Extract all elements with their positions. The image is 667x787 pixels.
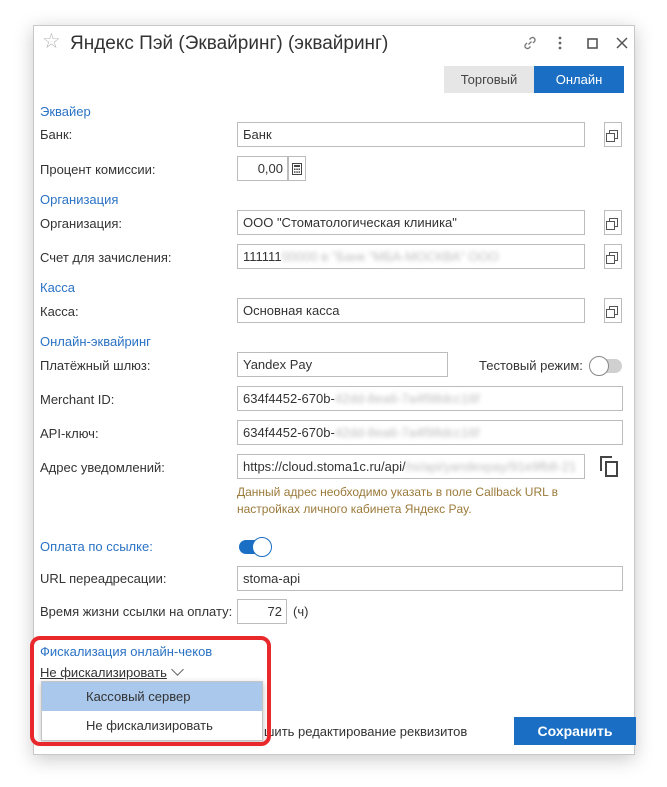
fiscal-selected-value: Не фискализировать	[40, 665, 167, 680]
more-vertical-icon[interactable]	[550, 33, 570, 53]
organization-value: ООО "Стоматологическая клиника"	[243, 215, 457, 230]
gateway-label: Платёжный шлюз:	[40, 358, 151, 373]
redirect-url-label: URL переадресации:	[40, 571, 167, 586]
bank-open-button[interactable]	[604, 122, 622, 147]
api-key-blurred: 42dd-8ea6-7a4f98dcc16f	[334, 425, 480, 440]
merchant-id-label: Merchant ID:	[40, 392, 115, 407]
tab-trade[interactable]: Торговый	[444, 66, 534, 93]
bank-dropdown-button[interactable]: ▼	[584, 122, 585, 147]
api-key-input[interactable]: 634f4452-670b-42dd-8ea6-7a4f98dcc16f	[237, 420, 623, 445]
chevron-down-icon	[170, 663, 184, 676]
open-icon	[605, 218, 618, 230]
cashbox-open-button[interactable]	[604, 298, 622, 323]
toggle-knob	[252, 537, 272, 557]
account-field[interactable]: 11111100000 в "Банк "МБА-МОСКВА" ООО ▼	[237, 244, 585, 269]
section-organization: Организация	[40, 192, 119, 207]
window-title: Яндекс Пэй (Эквайринг) (эквайринг)	[70, 33, 389, 54]
open-icon	[605, 306, 618, 318]
cashbox-dropdown-button[interactable]: ▼	[584, 298, 585, 323]
cashbox-field[interactable]: Основная касса ▼	[237, 298, 585, 323]
callback-label: Адрес уведомлений:	[40, 460, 165, 475]
commission-input[interactable]: 0,00	[237, 156, 288, 181]
link-lifetime-unit: (ч)	[293, 604, 309, 619]
organization-dropdown-button[interactable]: ▼	[584, 210, 585, 235]
merchant-id-input[interactable]: 634f4452-670b-42dd-8ea6-7a4f98dcc16f	[237, 386, 623, 411]
calculator-icon	[292, 162, 302, 175]
link-lifetime-label: Время жизни ссылки на оплату:	[40, 604, 233, 619]
cashbox-value: Основная касса	[243, 303, 340, 318]
organization-field[interactable]: ООО "Стоматологическая клиника" ▼	[237, 210, 585, 235]
gateway-field[interactable]: Yandex Pay ▼	[237, 352, 448, 377]
section-online-acquiring: Онлайн-эквайринг	[40, 334, 151, 349]
fiscal-select[interactable]: Не фискализировать	[40, 663, 184, 680]
account-open-button[interactable]	[604, 244, 622, 269]
bank-value: Банк	[243, 127, 272, 142]
link-lifetime-input[interactable]: 72	[237, 599, 287, 624]
tab-online[interactable]: Онлайн	[534, 66, 624, 93]
pay-by-link-label: Оплата по ссылке:	[40, 539, 153, 554]
merchant-id-blurred: 42dd-8ea6-7a4f98dcc16f	[334, 391, 480, 406]
test-mode-label: Тестовый режим:	[479, 358, 583, 373]
settings-window: ☆ Яндекс Пэй (Эквайринг) (эквайринг) Тор…	[33, 25, 636, 755]
gateway-dropdown-button[interactable]: ▼	[447, 352, 448, 377]
fiscal-option-none[interactable]: Не фискализировать	[42, 711, 262, 740]
maximize-icon[interactable]	[582, 33, 602, 53]
cashbox-label: Касса:	[40, 304, 79, 319]
account-value-blurred: 00000 в "Банк "МБА-МОСКВА" ООО	[281, 249, 499, 264]
organization-open-button[interactable]	[604, 210, 622, 235]
open-icon	[605, 130, 618, 142]
copy-icon[interactable]	[600, 456, 620, 478]
account-dropdown-button[interactable]: ▼	[584, 244, 585, 269]
organization-label: Организация:	[40, 216, 123, 231]
gateway-value: Yandex Pay	[243, 357, 313, 372]
section-fiscal: Фискализация онлайн-чеков	[40, 644, 213, 659]
test-mode-toggle[interactable]	[589, 356, 622, 376]
callback-input[interactable]: https://cloud.stoma1c.ru/api/hs/api/yand…	[237, 454, 585, 479]
calculator-button[interactable]	[288, 156, 306, 181]
tab-bar: Торговый Онлайн	[444, 66, 624, 93]
account-value: 111111	[243, 249, 282, 264]
edit-details-link[interactable]: шить редактирование реквизитов	[264, 724, 467, 739]
close-icon[interactable]	[612, 33, 632, 53]
callback-hint: Данный адрес необходимо указать в поле C…	[237, 485, 559, 516]
bank-label: Банк:	[40, 127, 73, 142]
save-button[interactable]: Сохранить	[514, 717, 636, 745]
section-acquirer: Эквайер	[40, 104, 91, 119]
merchant-id-value: 634f4452-670b-	[243, 391, 335, 406]
fiscal-option-cash-server[interactable]: Кассовый сервер	[42, 682, 262, 711]
redirect-url-input[interactable]: stoma-api	[237, 566, 623, 591]
api-key-label: API-ключ:	[40, 426, 99, 441]
star-icon[interactable]: ☆	[42, 31, 61, 52]
commission-label: Процент комиссии:	[40, 162, 156, 177]
pay-by-link-toggle[interactable]	[239, 537, 272, 557]
callback-value: https://cloud.stoma1c.ru/api/	[243, 459, 406, 474]
toggle-knob	[589, 356, 609, 376]
title-bar: ☆ Яндекс Пэй (Эквайринг) (эквайринг)	[34, 26, 634, 62]
fiscal-dropdown-list: Кассовый сервер Не фискализировать	[41, 681, 263, 741]
section-cashbox: Касса	[40, 280, 76, 295]
account-label: Счет для зачисления:	[40, 250, 172, 265]
api-key-value: 634f4452-670b-	[243, 425, 335, 440]
bank-field[interactable]: Банк ▼	[237, 122, 585, 147]
link-icon[interactable]	[520, 33, 540, 53]
callback-blurred: hs/api/yandexpay/91e9fb8-21	[405, 459, 577, 474]
open-icon	[605, 252, 618, 264]
